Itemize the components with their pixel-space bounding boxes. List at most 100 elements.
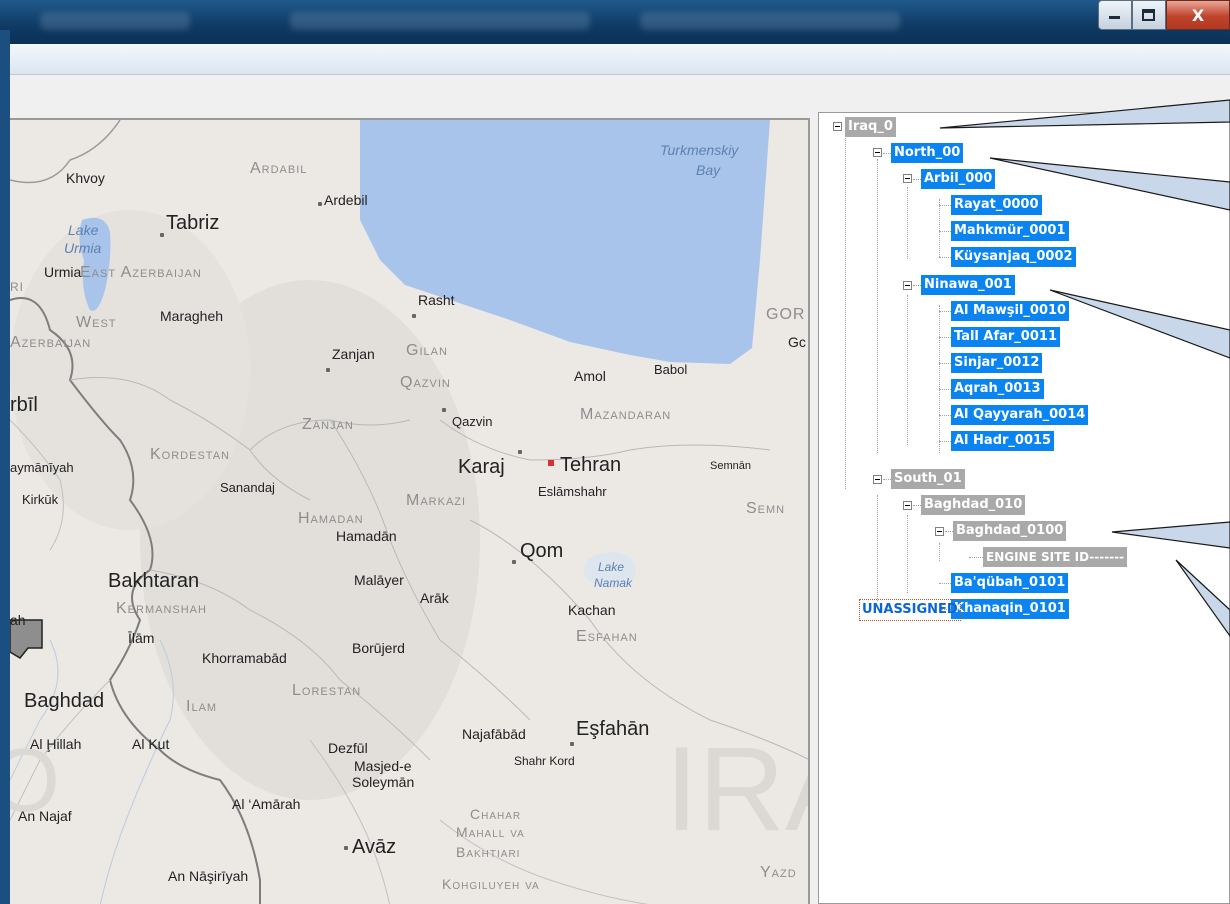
minimize-icon: [1109, 16, 1120, 19]
tree-node-engine-site-id[interactable]: ENGINE SITE ID-------: [983, 547, 1128, 567]
province-east-azerbaijan: East Azerbaijan: [80, 264, 202, 281]
province-zanjan: Zanjan: [302, 416, 354, 433]
city-babol: Babol: [654, 362, 688, 377]
collapse-icon[interactable]: [873, 148, 882, 157]
tree-node-iraq[interactable]: Iraq_0: [845, 117, 896, 137]
province-kermanshah: Kermanshah: [116, 600, 207, 617]
province-ilam: Ilam: [186, 698, 218, 715]
city-esfahan: Eşfahān: [576, 718, 650, 740]
province-esfahan: Esfahan: [576, 628, 638, 645]
city-shahr-kord: Shahr Kord: [514, 754, 575, 768]
blurred-title: [40, 12, 190, 30]
city-masjed-1: Masjed-e: [354, 758, 412, 774]
tree-node-ninawa[interactable]: Ninawa_001: [921, 275, 1015, 295]
tree-node-baghdad-010[interactable]: Baghdad_010: [921, 495, 1026, 515]
tree-node-arbil[interactable]: Arbil_000: [921, 169, 996, 189]
city-al-hillah: Al Ḩillah: [30, 736, 82, 752]
province-bakhtiari: Bakhtiari: [456, 844, 521, 860]
maximize-icon: [1142, 9, 1155, 21]
province-mahall: Mahall va: [456, 824, 525, 840]
province-yazd: Yazd: [760, 864, 797, 881]
collapse-icon[interactable]: [903, 501, 912, 510]
tree-node-rayat[interactable]: Rayat_0000: [951, 195, 1042, 215]
city-semnan: Semnān: [710, 460, 751, 472]
province-markazi: Markazi: [406, 492, 467, 509]
province-hamadan: Hamadan: [298, 510, 364, 527]
city-an-najaf: An Najaf: [18, 808, 72, 824]
city-kirkuk: Kirkūk: [22, 492, 59, 507]
city-ah: ah: [10, 612, 26, 628]
tree-node-mahkmur[interactable]: Mahkmür_0001: [951, 221, 1069, 241]
city-baghdad: Baghdad: [24, 690, 105, 712]
tree-node-north[interactable]: North_00: [891, 143, 964, 163]
city-bakhtaran: Bakhtaran: [108, 570, 200, 592]
city-qom: Qom: [520, 540, 564, 562]
province-lorestan: Lorestan: [292, 682, 362, 699]
menu-bar: [10, 44, 1230, 75]
city-hamadan: Hamadān: [336, 528, 397, 544]
window-controls: X: [1098, 0, 1230, 30]
map-view[interactable]: Turkmenskiy Bay Lake Urmia Lake Namak Ar…: [10, 118, 810, 904]
city-borujerd: Borūjerd: [352, 640, 405, 656]
label-turkmenskiy: Turkmenskiy: [660, 142, 739, 158]
tree-node-al-hadr[interactable]: Al Hadr_0015: [951, 431, 1055, 451]
city-al-kut: Al Kut: [132, 736, 170, 752]
city-arak: Arāk: [420, 590, 449, 606]
city-al-amarah: Al ‘Amārah: [232, 796, 301, 812]
capital-marker: [548, 460, 554, 466]
province-ardabil: Ardabil: [250, 160, 308, 177]
province-chahar: Chahar: [470, 806, 522, 822]
city-khorramabad: Khorramabād: [202, 650, 287, 666]
city-najafabad: Najafābād: [462, 726, 526, 742]
province-semnan: Semn: [746, 500, 786, 517]
maximize-button[interactable]: [1132, 0, 1166, 30]
tree-node-al-qayyarah[interactable]: Al Qayyarah_0014: [951, 405, 1089, 425]
close-button[interactable]: X: [1166, 0, 1230, 30]
collapse-icon[interactable]: [833, 122, 842, 131]
tree-node-unassigned[interactable]: UNASSIGNED: [859, 599, 961, 621]
city-zanjan: Zanjan: [332, 346, 375, 362]
city-gc: Gc: [788, 334, 806, 350]
collapse-icon[interactable]: [935, 527, 944, 536]
collapse-icon[interactable]: [903, 174, 912, 183]
province-ri: RI: [10, 280, 24, 294]
city-avaz: Avāz: [352, 836, 397, 858]
province-azerbaijan: Azerbaijan: [10, 334, 92, 351]
close-icon: X: [1191, 5, 1205, 25]
blurred-title-3: [640, 12, 900, 30]
city-sanandaj: Sanandaj: [220, 480, 275, 495]
label-lake-urmia-1: Lake: [68, 222, 99, 238]
province-golestan: GOR: [766, 306, 806, 323]
province-kohgiluyeh: Kohgiluyeh va: [442, 876, 540, 892]
province-kordestan: Kordestan: [150, 446, 230, 463]
tree-node-baghdad-0100[interactable]: Baghdad_0100: [953, 521, 1067, 541]
country-iran-label: IRA: [665, 722, 808, 856]
label-lake-urmia-2: Urmia: [64, 240, 102, 256]
tree-node-kuysanjaq[interactable]: Küysanjaq_0002: [951, 247, 1076, 267]
tree-node-south[interactable]: South_01: [891, 469, 965, 489]
window-titlebar: X: [0, 0, 1230, 44]
city-kachan: Kachan: [568, 602, 616, 618]
city-ilam: Īlām: [128, 630, 155, 646]
city-karaj: Karaj: [458, 456, 505, 478]
hierarchy-tree: Iraq_0 North_00 Arbil_000 Rayat_0000 Mah…: [818, 112, 1230, 904]
city-khvoy: Khvoy: [66, 170, 105, 186]
city-sulaymaniyah: aymānīyah: [10, 460, 74, 475]
city-ardebil: Ardebil: [324, 192, 368, 208]
minimize-button[interactable]: [1098, 0, 1132, 30]
tree-node-sinjar[interactable]: Sinjar_0012: [951, 353, 1043, 373]
tree-node-tall-afar[interactable]: Tall Afar_0011: [951, 327, 1060, 347]
city-amol: Amol: [574, 368, 606, 384]
tree-node-aqrah[interactable]: Aqrah_0013: [951, 379, 1044, 399]
city-urmia: Urmia: [44, 264, 82, 280]
tree-node-al-mawsil[interactable]: Al Mawşil_0010: [951, 301, 1070, 321]
window-left-frame: [0, 30, 10, 904]
tree-node-khanaqin[interactable]: Khanaqin_0101: [951, 599, 1069, 619]
city-erbil: rbīl: [10, 394, 38, 416]
collapse-icon[interactable]: [903, 281, 912, 290]
city-malayer: Malāyer: [354, 572, 404, 588]
tree-node-baqubah[interactable]: Ba'qübah_0101: [951, 573, 1069, 593]
city-an-nasiriyah: An Nāşirīyah: [168, 868, 249, 884]
collapse-icon[interactable]: [873, 475, 882, 484]
province-mazandaran: Mazandaran: [580, 406, 672, 423]
